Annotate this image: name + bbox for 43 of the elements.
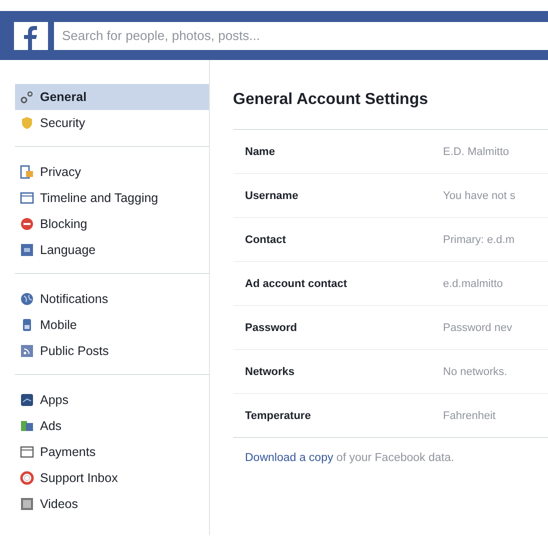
search-field[interactable]: Search for people, photos, posts... — [54, 22, 548, 50]
sidebar-item[interactable]: Privacy — [15, 159, 209, 185]
badge-icon — [20, 116, 34, 130]
setting-value: Primary: e.d.m — [443, 234, 515, 246]
setting-value: Password nev — [443, 322, 512, 334]
download-note: Download a copy of your Facebook data. — [244, 452, 456, 464]
download-link[interactable]: Download a copy — [245, 452, 334, 464]
setting-label: Password — [244, 322, 298, 334]
sidebar-item[interactable]: Apps — [15, 387, 209, 413]
logo-icon[interactable] — [14, 22, 48, 50]
setting-value: E.D. Malmitto — [443, 146, 510, 158]
sidebar-item[interactable]: Mobile — [15, 312, 209, 338]
sidebar-item[interactable]: Blocking — [15, 211, 209, 237]
setting-label: Contact — [244, 234, 287, 246]
sidebar-item[interactable]: Ads — [15, 413, 209, 439]
sidebar-item[interactable]: Notifications — [15, 286, 209, 312]
setting-value: Fahrenheit — [443, 410, 496, 422]
setting-value: No networks. — [443, 366, 508, 378]
sidebar-item[interactable]: Support Inbox — [15, 465, 209, 491]
lifebuoy-icon — [20, 471, 34, 485]
setting-label: Ad account contact — [244, 278, 348, 290]
blocked-icon — [20, 217, 34, 231]
feed-icon — [20, 344, 34, 358]
setting-label: Name — [244, 146, 276, 158]
sidebar-item[interactable]: Security — [15, 110, 209, 136]
timeline-icon — [20, 191, 34, 205]
setting-label: Networks — [244, 366, 296, 378]
setting-value: You have not s — [443, 190, 516, 202]
setting-label: Username — [244, 190, 300, 202]
gear-icon — [20, 90, 34, 104]
sidebar-item[interactable]: Timeline and Tagging — [15, 185, 209, 211]
globe-icon — [20, 292, 34, 306]
setting-label: Temperature — [244, 410, 312, 422]
ads-icon — [20, 419, 34, 433]
language-icon — [20, 243, 34, 257]
sidebar-item[interactable]: Videos — [15, 491, 209, 517]
setting-value: e.d.malmitto — [443, 278, 503, 290]
sidebar-item[interactable]: Language — [15, 237, 209, 263]
sidebar-item[interactable]: Public Posts — [15, 338, 209, 364]
sidebar-item[interactable]: General — [15, 84, 209, 110]
page-title: General Account Settings — [233, 91, 429, 109]
phone-icon — [20, 318, 34, 332]
sidebar-item[interactable]: Payments — [15, 439, 209, 465]
